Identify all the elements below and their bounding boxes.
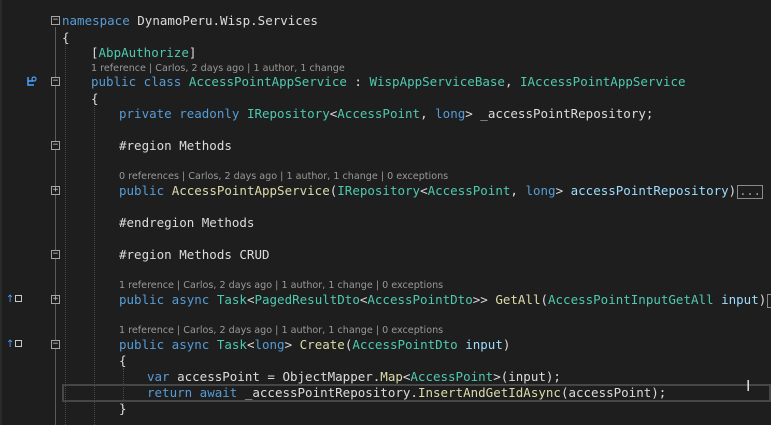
close-brace: } — [119, 401, 127, 416]
open-brace: { — [91, 91, 99, 106]
keyword: namespace — [62, 13, 130, 28]
keyword: return await — [147, 385, 238, 400]
text-cursor-icon: I — [746, 377, 751, 395]
open-brace: { — [62, 30, 70, 45]
keyword: public class — [91, 74, 182, 89]
angle-bracket: > — [493, 369, 501, 384]
local-variable: accessPoint = ObjectMapper. — [169, 369, 381, 384]
method-name: InsertAndGetIdAsync — [417, 385, 561, 400]
keyword: long — [435, 106, 466, 121]
angle-bracket: >> — [472, 292, 496, 307]
type-name: AccessPoint — [410, 369, 494, 384]
type-name: Task — [216, 292, 247, 307]
keyword: long — [254, 337, 285, 352]
endregion-directive: #endregion Methods — [119, 215, 255, 230]
comma: , — [510, 183, 526, 198]
arguments: (accessPoint); — [560, 385, 667, 400]
parameter-name: input — [457, 337, 503, 352]
keyword: public async — [119, 337, 210, 352]
class-name: AccessPointAppService — [188, 74, 347, 89]
parameter-name: input — [713, 292, 759, 307]
attribute-name: AbpAuthorize — [98, 45, 189, 60]
code-line[interactable]: public class AccessPointAppService : Wis… — [0, 73, 771, 91]
code-line[interactable]: public AccessPointAppService(IRepository… — [0, 182, 771, 200]
code-line[interactable]: #region Methods CRUD — [0, 246, 771, 264]
keyword: var — [147, 369, 170, 384]
paren: ) — [758, 292, 767, 307]
arguments: (input); — [500, 369, 561, 384]
keyword: public async — [119, 292, 210, 307]
open-brace: { — [119, 353, 127, 368]
method-name: Map — [380, 369, 403, 384]
method-name: Create — [299, 337, 345, 352]
angle-bracket: > — [465, 106, 473, 121]
code-editor[interactable]: − − − + − + − ↑ ↑ namespace DynamoPeru.W… — [0, 0, 771, 425]
keyword: public — [119, 183, 165, 198]
region-directive: #region Methods CRUD — [119, 247, 270, 262]
type-name: IRepository — [246, 106, 330, 121]
type-name: PagedResultDto — [254, 292, 360, 307]
code-line[interactable]: #endregion Methods — [0, 214, 771, 232]
paren: ) — [728, 183, 737, 198]
angle-bracket: > — [284, 337, 300, 352]
paren: ( — [540, 292, 548, 307]
type-name: AccessPoint — [337, 106, 421, 121]
colon: : — [346, 74, 370, 89]
angle-bracket: < — [420, 183, 428, 198]
code-line[interactable]: [AbpAuthorize] — [0, 44, 771, 62]
code-line[interactable]: public async Task<PagedResultDto<AccessP… — [0, 291, 771, 309]
field-name: _accessPointRepository; — [472, 106, 654, 121]
namespace-name: DynamoPeru.Wisp.Services — [137, 13, 318, 28]
type-name: AccessPointDto — [352, 337, 458, 352]
keyword: private readonly — [119, 106, 240, 121]
comma: , — [504, 74, 520, 89]
region-directive: #region Methods — [119, 138, 232, 153]
keyword: long — [525, 183, 556, 198]
paren: ) — [502, 337, 511, 352]
code-line[interactable]: } — [0, 400, 771, 418]
comma: , — [420, 106, 436, 121]
type-name: IRepository — [337, 183, 421, 198]
bracket: ] — [188, 45, 197, 60]
bracket: [ — [91, 45, 99, 60]
field-reference: _accessPointRepository. — [237, 385, 418, 400]
collapsed-block[interactable]: ... — [767, 293, 771, 308]
method-name: GetAll — [495, 292, 541, 307]
type-name: AccessPointDto — [367, 292, 473, 307]
method-name: AccessPointAppService — [171, 183, 330, 198]
base-class-name: WispAppServiceBase — [369, 74, 505, 89]
angle-bracket: > — [555, 183, 564, 198]
parameter-name: accessPointRepository — [563, 183, 729, 198]
code-line[interactable]: #region Methods — [0, 137, 771, 155]
collapsed-block[interactable]: ... — [737, 184, 763, 199]
type-name: Task — [216, 337, 247, 352]
type-name: AccessPointInputGetAll — [548, 292, 714, 307]
interface-name: IAccessPointAppService — [520, 74, 686, 89]
code-line[interactable]: private readonly IRepository<AccessPoint… — [0, 105, 771, 123]
type-name: AccessPoint — [427, 183, 511, 198]
code-line[interactable]: namespace DynamoPeru.Wisp.Services — [0, 12, 771, 30]
